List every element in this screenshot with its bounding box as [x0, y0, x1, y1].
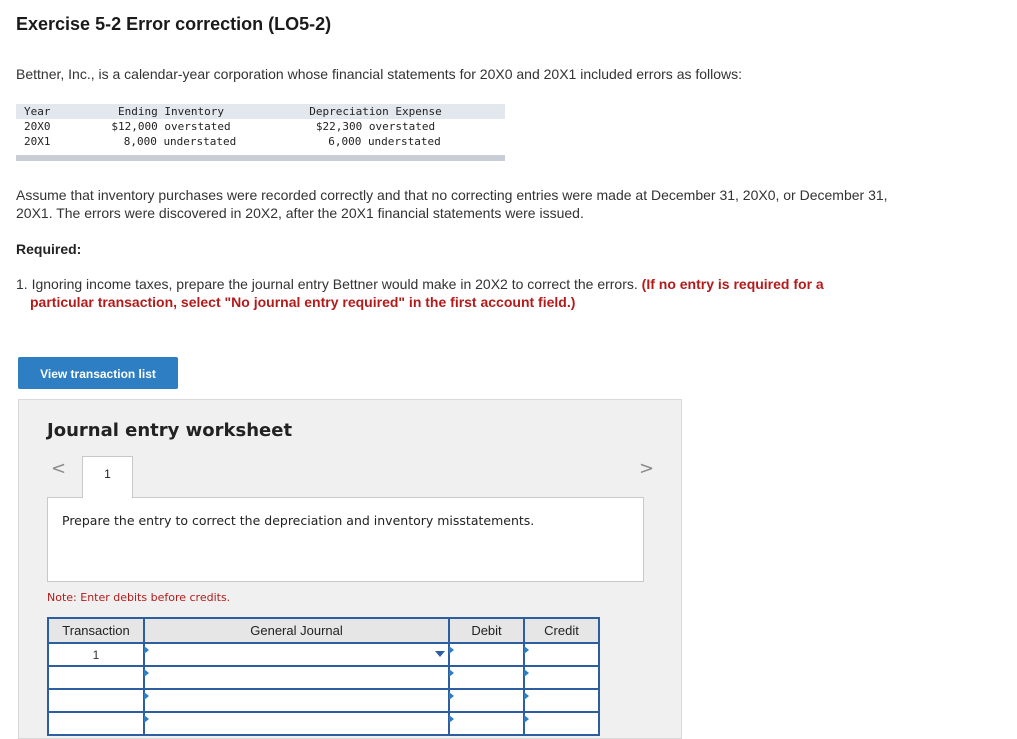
- inventory-cell: $12,000 overstated: [111, 120, 231, 133]
- entry-arrow-icon: [144, 715, 149, 723]
- journal-row: [47, 688, 600, 713]
- debit-input[interactable]: [448, 665, 525, 690]
- account-value[interactable]: [145, 690, 448, 711]
- header-depreciation-expense: Depreciation Expense: [246, 104, 505, 119]
- header-debit: Debit: [448, 617, 525, 644]
- header-credit: Credit: [523, 617, 600, 644]
- intro-text: Bettner, Inc., is a calendar-year corpor…: [16, 66, 743, 82]
- header-transaction: Transaction: [47, 617, 145, 644]
- entry-prompt-text: Prepare the entry to correct the depreci…: [62, 513, 535, 528]
- transaction-number: [47, 711, 145, 736]
- year-cell: 20X1: [24, 135, 51, 148]
- credit-input[interactable]: [523, 642, 600, 667]
- account-value[interactable]: [145, 644, 448, 665]
- page-title: Exercise 5-2 Error correction (LO5-2): [16, 14, 332, 34]
- credit-input[interactable]: [523, 665, 600, 690]
- depreciation-cell: 6,000 understated: [328, 135, 441, 148]
- table-row: 20X0 $12,000 overstated $22,300 overstat…: [16, 119, 505, 134]
- journal-row: [47, 665, 600, 690]
- header-ending-inventory: Ending Inventory: [96, 104, 246, 119]
- account-value[interactable]: [145, 667, 448, 688]
- entry-arrow-icon: [524, 692, 529, 700]
- general-journal-table: Transaction General Journal Debit Credit…: [47, 617, 600, 736]
- entry-prompt-box: Prepare the entry to correct the depreci…: [47, 497, 644, 582]
- view-transaction-list-button[interactable]: View transaction list: [18, 357, 178, 389]
- header-year: Year: [16, 104, 96, 119]
- entry-arrow-icon: [524, 669, 529, 677]
- entry-arrow-icon: [449, 715, 454, 723]
- debit-value[interactable]: [450, 713, 523, 734]
- journal-row: [47, 711, 600, 736]
- credit-value[interactable]: [525, 644, 598, 665]
- credit-value[interactable]: [525, 713, 598, 734]
- entry-arrow-icon: [144, 692, 149, 700]
- entry-arrow-icon: [144, 669, 149, 677]
- assumption-text: Assume that inventory purchases were rec…: [16, 187, 888, 221]
- worksheet-title: Journal entry worksheet: [47, 420, 293, 441]
- requirement-1-instruction-cont: particular transaction, select "No journ…: [30, 294, 576, 310]
- entry-arrow-icon: [144, 646, 149, 654]
- transaction-number: 1: [47, 642, 145, 667]
- debit-input[interactable]: [448, 642, 525, 667]
- depreciation-cell: $22,300 overstated: [315, 120, 436, 133]
- debit-value[interactable]: [450, 644, 523, 665]
- entry-arrow-icon: [524, 646, 529, 654]
- entry-arrow-icon: [449, 692, 454, 700]
- note-text: Note: Enter debits before credits.: [47, 591, 231, 604]
- tab-entry-1[interactable]: 1: [82, 456, 133, 498]
- entry-arrow-icon: [524, 715, 529, 723]
- debit-value[interactable]: [450, 667, 523, 688]
- credit-input[interactable]: [523, 711, 600, 736]
- year-cell: 20X0: [24, 120, 51, 133]
- entry-arrow-icon: [449, 646, 454, 654]
- debit-value[interactable]: [450, 690, 523, 711]
- account-select[interactable]: [143, 665, 450, 690]
- journal-entry-worksheet: Journal entry worksheet < > 1 Prepare th…: [18, 399, 682, 739]
- chevron-left-icon[interactable]: <: [51, 458, 66, 479]
- errors-table: Year Ending Inventory Depreciation Expen…: [16, 104, 505, 149]
- table-row: 20X1 8,000 understated 6,000 understated: [16, 134, 505, 149]
- entry-arrow-icon: [449, 669, 454, 677]
- account-select[interactable]: [143, 642, 450, 667]
- transaction-number: [47, 665, 145, 690]
- requirement-1-instruction: (If no entry is required for a: [641, 276, 824, 292]
- account-select[interactable]: [143, 688, 450, 713]
- table-divider: [16, 155, 505, 161]
- account-select[interactable]: [143, 711, 450, 736]
- transaction-number: [47, 688, 145, 713]
- chevron-right-icon[interactable]: >: [639, 458, 654, 479]
- inventory-cell: 8,000 understated: [123, 135, 237, 148]
- credit-input[interactable]: [523, 688, 600, 713]
- required-label: Required:: [16, 241, 82, 257]
- debit-input[interactable]: [448, 711, 525, 736]
- requirement-1: 1. Ignoring income taxes, prepare the jo…: [16, 275, 946, 311]
- journal-row: 1: [47, 642, 600, 667]
- debit-input[interactable]: [448, 688, 525, 713]
- credit-value[interactable]: [525, 667, 598, 688]
- credit-value[interactable]: [525, 690, 598, 711]
- dropdown-arrow-icon[interactable]: [435, 651, 445, 657]
- requirement-1-text: 1. Ignoring income taxes, prepare the jo…: [16, 276, 638, 292]
- header-general-journal: General Journal: [143, 617, 450, 644]
- account-value[interactable]: [145, 713, 448, 734]
